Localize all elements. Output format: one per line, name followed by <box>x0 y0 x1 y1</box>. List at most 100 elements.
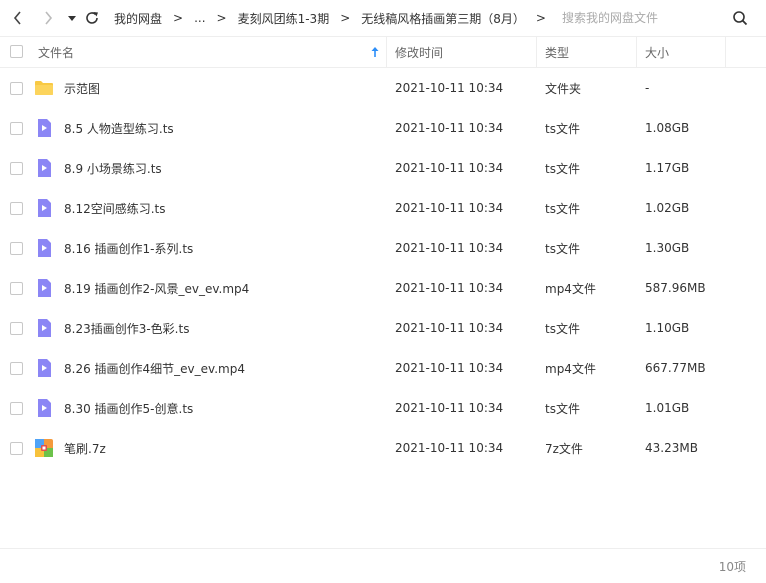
search-icon[interactable] <box>732 10 748 26</box>
file-type: ts文件 <box>545 401 580 416</box>
folder-icon <box>35 81 53 95</box>
history-dropdown-button[interactable] <box>62 8 82 28</box>
file-modified: 2021-10-11 10:34 <box>395 281 504 295</box>
breadcrumb-item-parent[interactable]: 麦刻风团练1-3期 <box>238 10 330 27</box>
file-name: 8.30 插画创作5-创意.ts <box>64 401 194 416</box>
file-size: 1.08GB <box>645 121 690 135</box>
file-row[interactable]: 8.16 插画创作1-系列.ts 2021-10-11 10:34 ts文件 1… <box>0 228 766 268</box>
row-checkbox[interactable] <box>10 202 23 215</box>
breadcrumb-separator: > <box>535 11 546 25</box>
column-header-type-label: 类型 <box>545 45 570 60</box>
breadcrumb-separator: > <box>173 11 184 25</box>
file-type: ts文件 <box>545 321 580 336</box>
breadcrumb-item-root[interactable]: 我的网盘 <box>114 10 162 27</box>
video-file-icon <box>38 239 51 257</box>
column-header-name[interactable]: 文件名 <box>38 37 74 67</box>
file-size: 667.77MB <box>645 361 706 375</box>
file-size: - <box>645 81 650 95</box>
file-list-header: 文件名 修改时间 类型 大小 <box>0 36 766 68</box>
breadcrumb-item-current[interactable]: 无线稿风格插画第三期（8月） <box>361 10 525 27</box>
row-checkbox[interactable] <box>10 162 23 175</box>
row-checkbox[interactable] <box>10 362 23 375</box>
column-divider[interactable] <box>636 37 637 67</box>
file-modified: 2021-10-11 10:34 <box>395 121 504 135</box>
file-modified: 2021-10-11 10:34 <box>395 401 504 415</box>
file-name: 8.9 小场景练习.ts <box>64 161 162 176</box>
file-row[interactable]: 8.23插画创作3-色彩.ts 2021-10-11 10:34 ts文件 1.… <box>0 308 766 348</box>
breadcrumb-separator: > <box>216 11 227 25</box>
file-modified: 2021-10-11 10:34 <box>395 81 504 95</box>
file-list: 示范图 2021-10-11 10:34 文件夹 - 8.5 人物造型练习.ts… <box>0 68 766 468</box>
select-all-checkbox[interactable] <box>10 45 23 58</box>
row-checkbox[interactable] <box>10 242 23 255</box>
item-count: 10项 <box>718 559 746 574</box>
back-button[interactable] <box>8 8 28 28</box>
row-checkbox[interactable] <box>10 282 23 295</box>
file-row[interactable]: 8.30 插画创作5-创意.ts 2021-10-11 10:34 ts文件 1… <box>0 388 766 428</box>
column-header-modified-label: 修改时间 <box>395 45 444 60</box>
file-name: 笔刷.7z <box>64 441 106 456</box>
row-checkbox[interactable] <box>10 122 23 135</box>
file-type: 文件夹 <box>545 81 582 96</box>
file-type: mp4文件 <box>545 361 596 376</box>
video-file-icon <box>38 399 51 417</box>
caret-down-icon <box>68 16 76 21</box>
file-name: 示范图 <box>64 81 101 96</box>
column-header-name-label: 文件名 <box>38 45 75 60</box>
video-file-icon <box>38 159 51 177</box>
toolbar: 我的网盘 > ... > 麦刻风团练1-3期 > 无线稿风格插画第三期（8月） … <box>0 0 766 36</box>
column-header-type[interactable]: 类型 <box>545 37 569 67</box>
video-file-icon <box>38 359 51 377</box>
file-row[interactable]: 8.12空间感练习.ts 2021-10-11 10:34 ts文件 1.02G… <box>0 188 766 228</box>
file-size: 43.23MB <box>645 441 698 455</box>
file-name: 8.26 插画创作4细节_ev_ev.mp4 <box>64 361 245 376</box>
file-name: 8.23插画创作3-色彩.ts <box>64 321 190 336</box>
forward-button[interactable] <box>38 8 58 28</box>
archive-file-icon <box>35 439 53 457</box>
file-name: 8.19 插画创作2-风景_ev_ev.mp4 <box>64 281 250 296</box>
row-checkbox[interactable] <box>10 442 23 455</box>
chevron-left-icon <box>13 11 21 25</box>
video-file-icon <box>38 119 51 137</box>
file-row[interactable]: 笔刷.7z 2021-10-11 10:34 7z文件 43.23MB <box>0 428 766 468</box>
search-input[interactable] <box>562 9 722 27</box>
column-header-modified[interactable]: 修改时间 <box>395 37 443 67</box>
column-divider[interactable] <box>536 37 537 67</box>
refresh-button[interactable] <box>82 8 102 28</box>
row-checkbox[interactable] <box>10 322 23 335</box>
file-size: 587.96MB <box>645 281 706 295</box>
file-name: 8.16 插画创作1-系列.ts <box>64 241 194 256</box>
file-type: ts文件 <box>545 161 580 176</box>
chevron-right-icon <box>45 11 53 25</box>
file-row[interactable]: 8.5 人物造型练习.ts 2021-10-11 10:34 ts文件 1.08… <box>0 108 766 148</box>
search-box <box>548 0 766 36</box>
column-divider[interactable] <box>386 37 387 67</box>
file-size: 1.10GB <box>645 321 690 335</box>
sort-up-arrow-icon[interactable] <box>370 46 380 58</box>
file-modified: 2021-10-11 10:34 <box>395 321 504 335</box>
refresh-icon <box>86 12 98 24</box>
row-checkbox[interactable] <box>10 82 23 95</box>
column-header-size[interactable]: 大小 <box>645 37 669 67</box>
file-type: 7z文件 <box>545 441 583 456</box>
file-row[interactable]: 8.9 小场景练习.ts 2021-10-11 10:34 ts文件 1.17G… <box>0 148 766 188</box>
breadcrumb-separator: > <box>340 11 351 25</box>
file-size: 1.30GB <box>645 241 690 255</box>
file-modified: 2021-10-11 10:34 <box>395 361 504 375</box>
file-type: ts文件 <box>545 201 580 216</box>
video-file-icon <box>38 279 51 297</box>
status-bar: 10项 <box>0 548 766 582</box>
breadcrumb-item-ellipsis[interactable]: ... <box>194 11 205 25</box>
file-row[interactable]: 8.26 插画创作4细节_ev_ev.mp4 2021-10-11 10:34 … <box>0 348 766 388</box>
file-modified: 2021-10-11 10:34 <box>395 161 504 175</box>
file-type: ts文件 <box>545 121 580 136</box>
row-checkbox[interactable] <box>10 402 23 415</box>
file-row[interactable]: 示范图 2021-10-11 10:34 文件夹 - <box>0 68 766 108</box>
file-modified: 2021-10-11 10:34 <box>395 241 504 255</box>
file-modified: 2021-10-11 10:34 <box>395 201 504 215</box>
column-divider[interactable] <box>725 37 726 67</box>
file-size: 1.17GB <box>645 161 690 175</box>
file-modified: 2021-10-11 10:34 <box>395 441 504 455</box>
column-header-size-label: 大小 <box>645 45 670 60</box>
file-row[interactable]: 8.19 插画创作2-风景_ev_ev.mp4 2021-10-11 10:34… <box>0 268 766 308</box>
